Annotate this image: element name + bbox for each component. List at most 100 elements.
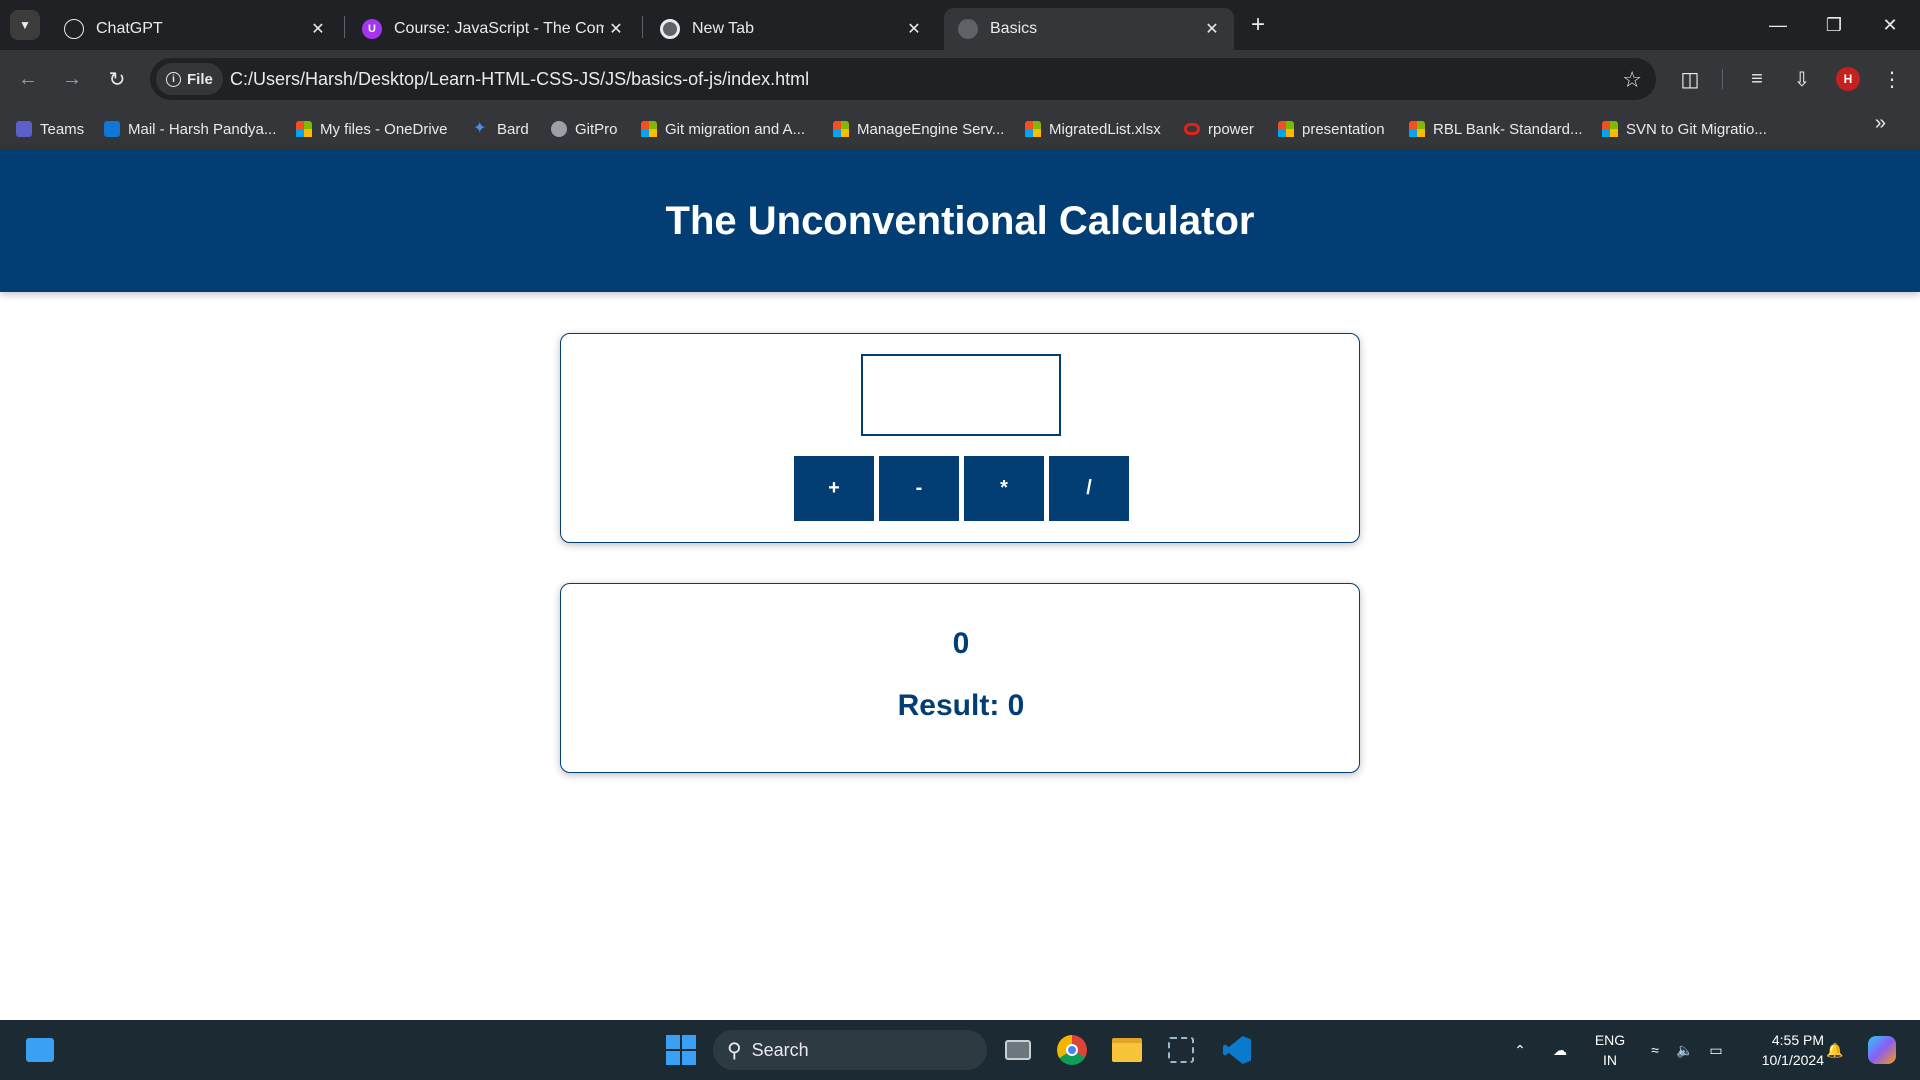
tab-title: ChatGPT xyxy=(96,20,163,37)
bookmark-bard[interactable]: ✦ Bard xyxy=(473,118,529,140)
microsoft-icon xyxy=(1025,121,1041,137)
bookmark-git-migration[interactable]: Git migration and A... xyxy=(641,118,805,140)
tab-basics[interactable]: Basics ✕ xyxy=(944,8,1234,50)
region-code: IN xyxy=(1603,1052,1617,1068)
bookmark-label: My files - OneDrive xyxy=(320,120,448,138)
back-arrow-icon[interactable]: ← xyxy=(12,63,44,95)
bookmark-mail[interactable]: Mail - Harsh Pandya... xyxy=(104,118,276,140)
tab-title: Basics xyxy=(990,20,1038,37)
volume-icon[interactable]: 🔈 xyxy=(1672,1020,1698,1080)
clock-time: 4:55 PM xyxy=(1771,1032,1824,1048)
copilot-icon[interactable] xyxy=(1862,1020,1902,1080)
tab-separator xyxy=(642,16,643,38)
bookmark-rpower[interactable]: rpower xyxy=(1184,118,1254,140)
close-icon[interactable]: ✕ xyxy=(306,17,330,41)
site-info-label: File xyxy=(187,70,213,88)
minimize-icon[interactable]: — xyxy=(1750,0,1806,50)
close-icon[interactable]: ✕ xyxy=(902,17,926,41)
notification-bell-icon[interactable]: 🔔 xyxy=(1822,1020,1848,1080)
microsoft-icon xyxy=(833,121,849,137)
bookmark-label: rpower xyxy=(1208,120,1254,138)
show-hidden-icons-chevron-icon[interactable]: ⌃ xyxy=(1508,1020,1532,1080)
operator-buttons: + - * / xyxy=(794,456,1129,521)
bookmark-label: ManageEngine Serv... xyxy=(857,120,1005,138)
bookmark-rbl-bank[interactable]: RBL Bank- Standard... xyxy=(1409,118,1583,140)
app-header: The Unconventional Calculator xyxy=(0,150,1920,292)
bookmark-label: Git migration and A... xyxy=(665,120,806,138)
microsoft-icon xyxy=(296,121,312,137)
snipping-tool-icon[interactable] xyxy=(1163,1032,1199,1068)
bard-icon: ✦ xyxy=(473,120,487,137)
search-placeholder: Search xyxy=(751,1039,809,1060)
number-input[interactable] xyxy=(861,354,1061,436)
file-explorer-icon[interactable] xyxy=(1109,1032,1145,1068)
restore-icon[interactable]: ❐ xyxy=(1806,0,1862,50)
more-menu-icon[interactable]: ⋮ xyxy=(1876,63,1908,95)
site-info-chip[interactable]: i File xyxy=(156,63,223,95)
udemy-icon: U xyxy=(362,19,382,39)
chatgpt-icon xyxy=(64,19,84,39)
new-tab-plus-icon[interactable]: + xyxy=(1245,11,1271,38)
bookmark-manageengine[interactable]: ManageEngine Serv... xyxy=(833,118,1004,140)
bookmark-label: RBL Bank- Standard... xyxy=(1433,120,1583,138)
search-icon: ⚲ xyxy=(727,1039,742,1062)
bookmark-label: SVN to Git Migratio... xyxy=(1626,120,1767,138)
info-icon: i xyxy=(166,71,181,87)
bookmark-label: MigratedList.xlsx xyxy=(1049,120,1161,138)
bookmark-svn-git[interactable]: SVN to Git Migratio... xyxy=(1602,118,1767,140)
page-viewport: The Unconventional Calculator + - * / 0 … xyxy=(0,150,1920,1020)
language-indicator[interactable]: ENG IN xyxy=(1590,1030,1630,1070)
tab-chatgpt[interactable]: ChatGPT ✕ xyxy=(50,8,340,50)
close-icon[interactable]: ✕ xyxy=(604,17,628,41)
oracle-icon xyxy=(1184,123,1200,135)
microsoft-icon xyxy=(1409,121,1425,137)
globe-icon xyxy=(551,121,567,137)
tab-title: Course: JavaScript - The Compl xyxy=(394,20,604,37)
address-bar[interactable]: i File C:/Users/Harsh/Desktop/Learn-HTML… xyxy=(150,58,1656,100)
window-close-icon[interactable]: ✕ xyxy=(1862,0,1918,50)
add-button[interactable]: + xyxy=(794,456,874,521)
microsoft-icon xyxy=(641,121,657,137)
teams-icon xyxy=(16,121,32,137)
task-view-icon[interactable] xyxy=(1000,1032,1036,1068)
reload-icon[interactable]: ↻ xyxy=(101,63,133,95)
bookmark-label: Teams xyxy=(40,120,85,138)
bookmark-label: presentation xyxy=(1302,120,1385,138)
chrome-taskbar-icon[interactable] xyxy=(1054,1032,1090,1068)
bookmarks-overflow-chevron-icon[interactable]: » xyxy=(1875,112,1886,135)
download-icon[interactable]: ⇩ xyxy=(1786,63,1818,95)
system-clock[interactable]: 4:55 PM 10/1/2024 xyxy=(1740,1030,1824,1070)
wifi-icon[interactable]: ≈ xyxy=(1642,1020,1668,1080)
tab-search-chevron-icon[interactable]: ▼ xyxy=(10,10,40,40)
toolbar-separator xyxy=(1722,69,1723,89)
tab-title: New Tab xyxy=(692,20,754,37)
bookmark-star-icon[interactable]: ☆ xyxy=(1622,67,1642,93)
bookmarks-bar: Teams Mail - Harsh Pandya... My files - … xyxy=(0,108,1920,150)
tab-new-tab[interactable]: New Tab ✕ xyxy=(646,8,936,50)
close-icon[interactable]: ✕ xyxy=(1200,17,1224,41)
bookmark-gitpro[interactable]: GitPro xyxy=(551,118,618,140)
taskbar-search-box[interactable]: ⚲ Search xyxy=(713,1030,987,1070)
globe-icon xyxy=(958,19,978,39)
tab-javascript-course[interactable]: U Course: JavaScript - The Compl ✕ xyxy=(348,8,638,50)
widgets-icon[interactable] xyxy=(22,1032,58,1068)
bookmark-teams[interactable]: Teams xyxy=(16,118,84,140)
clock-date: 10/1/2024 xyxy=(1761,1052,1824,1068)
extensions-puzzle-icon[interactable]: ◫ xyxy=(1674,63,1706,95)
forward-arrow-icon[interactable]: → xyxy=(56,63,88,95)
subtract-button[interactable]: - xyxy=(879,456,959,521)
vscode-icon[interactable] xyxy=(1219,1032,1255,1068)
bookmark-label: GitPro xyxy=(575,120,618,138)
bookmark-onedrive[interactable]: My files - OneDrive xyxy=(296,118,448,140)
battery-icon[interactable]: ▭ xyxy=(1702,1020,1730,1080)
divide-button[interactable]: / xyxy=(1049,456,1129,521)
url-text[interactable]: C:/Users/Harsh/Desktop/Learn-HTML-CSS-JS… xyxy=(230,69,809,90)
multiply-button[interactable]: * xyxy=(964,456,1044,521)
bookmark-presentation[interactable]: presentation xyxy=(1278,118,1385,140)
tab-separator xyxy=(344,16,345,38)
bookmark-migratedlist[interactable]: MigratedList.xlsx xyxy=(1025,118,1161,140)
start-windows-icon[interactable] xyxy=(663,1032,699,1068)
media-control-icon[interactable]: ≡ xyxy=(1741,63,1773,95)
profile-avatar[interactable]: H xyxy=(1836,67,1860,91)
onedrive-cloud-icon[interactable]: ☁ xyxy=(1546,1020,1574,1080)
